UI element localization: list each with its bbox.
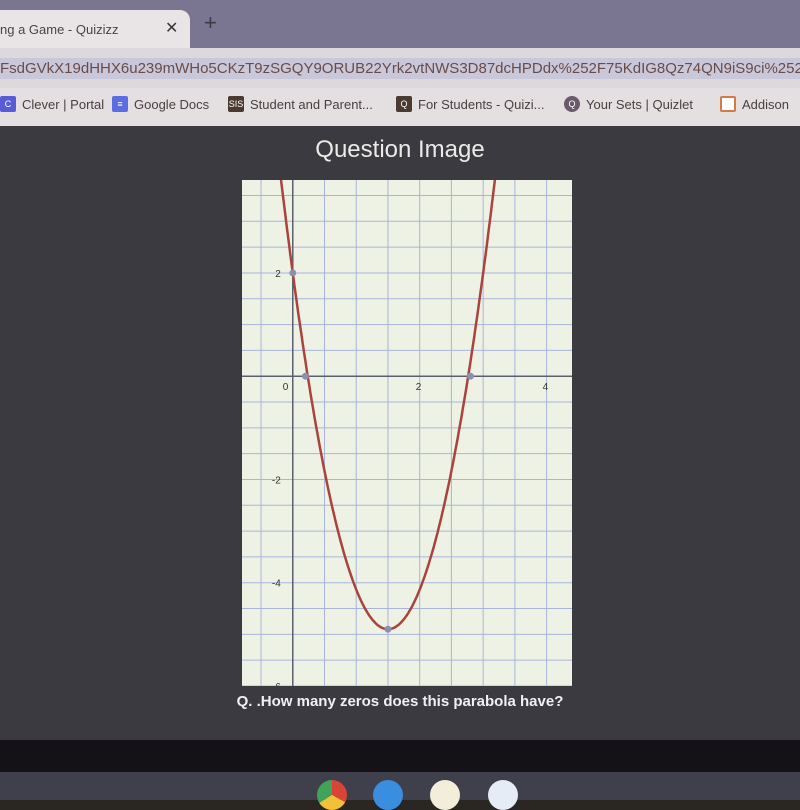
bookmark-label: Student and Parent... [250, 96, 373, 112]
bookmark-label: For Students - Quizi... [418, 96, 545, 112]
key-point [289, 269, 297, 277]
key-point [301, 372, 309, 380]
os-shelf [0, 772, 800, 810]
key-point [384, 625, 392, 633]
quizlet-icon: Q [564, 96, 580, 112]
key-point [466, 372, 474, 380]
question-image-title: Question Image [315, 136, 485, 163]
chrome-icon[interactable] [317, 780, 347, 810]
bookmark-quizizz[interactable]: Q For Students - Quizi... [396, 96, 544, 112]
x-tick-label: 4 [543, 382, 549, 393]
x-tick-label: 0 [283, 382, 289, 393]
question-text: Q. .How many zeros does this parabola ha… [236, 693, 564, 710]
y-tick-label: -4 [272, 579, 281, 590]
tab-title: ng a Game - Quizizz [0, 22, 119, 37]
address-bar[interactable]: FsdGVkX19dHHX6u239mWHo5CKzT9zSGQY9ORUB22… [0, 48, 800, 88]
bookmark-label: Clever | Portal [22, 96, 105, 112]
clever-icon: C [0, 96, 16, 112]
bookmark-addison[interactable]: Addison [720, 96, 789, 112]
bookmark-quizlet[interactable]: Q Your Sets | Quizlet [564, 96, 693, 112]
bookmark-label: Google Docs [134, 96, 210, 112]
graph-svg: 0 2 4 2 -2 -4 -6 [242, 0, 572, 693]
screen-bezel [0, 740, 800, 772]
question-graph: 0 2 4 2 -2 -4 -6 [242, 0, 572, 693]
google-docs-icon: ≡ [112, 96, 128, 112]
y-tick-label: -2 [272, 475, 281, 486]
tab-strip: ng a Game - Quizizz ✕ + [0, 0, 800, 48]
bookmark-sis[interactable]: SIS Student and Parent... [228, 96, 373, 112]
folder-icon [720, 96, 736, 112]
x-tick-label: 2 [416, 382, 422, 393]
bookmark-label: Addison [742, 96, 789, 112]
close-tab-icon[interactable]: ✕ [165, 18, 178, 38]
bookmark-clever[interactable]: C Clever | Portal [0, 96, 104, 112]
zoom-icon[interactable] [373, 780, 403, 810]
bookmarks-bar: C Clever | Portal ≡ Google Docs SIS Student… [0, 88, 800, 126]
y-tick-label: 2 [275, 269, 281, 280]
bookmark-label: Your Sets | Quizlet [586, 96, 693, 112]
new-tab-icon[interactable]: + [204, 10, 217, 36]
quizizz-icon: Q [396, 96, 412, 112]
active-tab[interactable]: ng a Game - Quizizz ✕ [0, 10, 190, 48]
word-icon[interactable] [488, 780, 518, 810]
pear-deck-icon[interactable] [430, 780, 460, 810]
bookmark-google-docs[interactable]: ≡ Google Docs [112, 96, 209, 112]
sis-icon: SIS [228, 96, 244, 112]
y-tick-label: -6 [272, 682, 281, 686]
url-text[interactable]: FsdGVkX19dHHX6u239mWHo5CKzT9zSGQY9ORUB22… [0, 58, 800, 79]
